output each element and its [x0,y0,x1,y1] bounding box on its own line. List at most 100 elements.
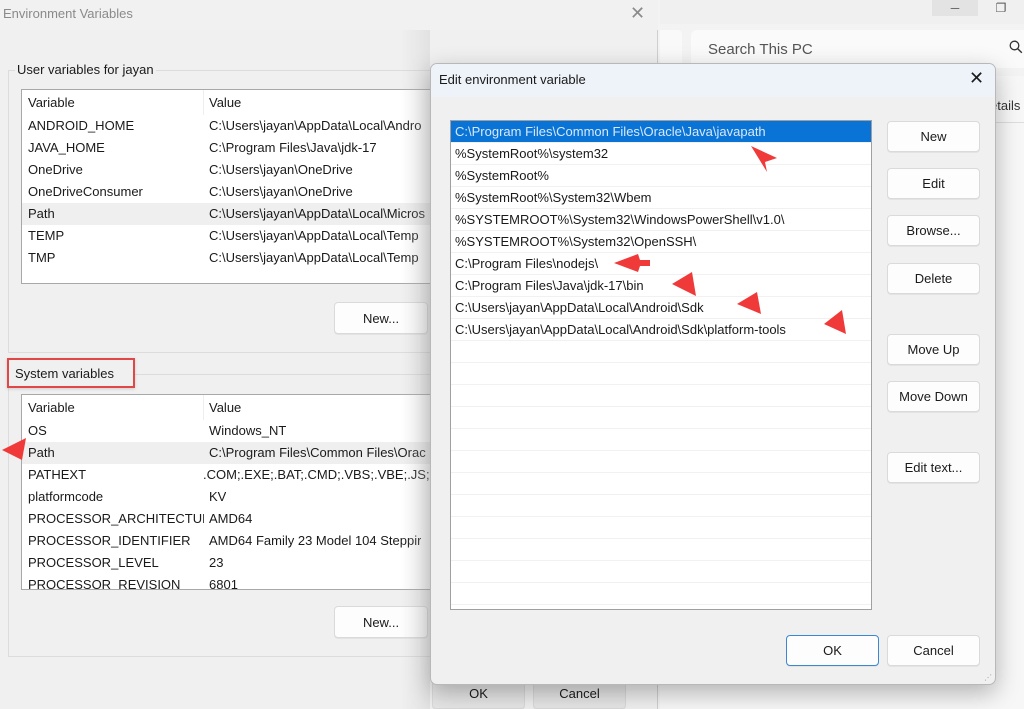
ok-button[interactable]: OK [786,635,879,666]
edit-dialog-title: Edit environment variable [439,72,586,87]
table-row[interactable]: platformcode KV [22,486,440,508]
variable-value-cell: 6801 [209,577,238,590]
column-header-variable[interactable]: Variable [22,395,204,420]
annotation-arrow-icon [824,310,846,334]
variable-name-cell: PROCESSOR_IDENTIFIER [28,533,191,548]
new-button[interactable]: New [887,121,980,152]
minimize-icon: ─ [950,1,960,15]
system-new-button[interactable]: New... [334,606,428,638]
user-variables-list[interactable]: Variable Value ANDROID_HOME C:\Users\jaya… [21,89,441,284]
delete-button[interactable]: Delete [887,263,980,294]
table-row[interactable]: PROCESSOR_ARCHITECTURE AMD64 [22,508,440,530]
search-placeholder: Search This PC [708,41,813,58]
cancel-button[interactable]: Cancel [887,635,980,666]
path-entry[interactable]: %SYSTEMROOT%\System32\OpenSSH\ [451,231,871,253]
empty-path-row[interactable] [451,539,871,561]
explorer-titlebar: ─ ❐ [660,0,1024,24]
variable-value-cell: KV [209,489,227,504]
system-variables-highlight: System variables [7,358,135,388]
path-entry[interactable]: %SystemRoot%\System32\Wbem [451,187,871,209]
env-dialog-title: Environment Variables [3,6,133,21]
close-icon[interactable]: ✕ [630,3,645,24]
table-row[interactable]: PROCESSOR_REVISION 6801 [22,574,440,590]
empty-path-row[interactable] [451,561,871,583]
list-header: Variable Value [22,90,440,115]
empty-path-row[interactable] [451,407,871,429]
column-header-value[interactable]: Value [204,395,241,420]
browse-button[interactable]: Browse... [887,215,980,246]
table-row[interactable]: JAVA_HOME C:\Program Files\Java\jdk-17 [22,137,440,159]
path-entry[interactable]: C:\Users\jayan\AppData\Local\Android\Sdk [451,297,871,319]
close-icon[interactable]: ✕ [969,68,984,89]
edit-environment-variable-dialog: Edit environment variable ✕ C:\Program F… [430,63,996,685]
move-down-button[interactable]: Move Down [887,381,980,412]
resize-grip-icon[interactable]: ⋰ [984,673,992,682]
empty-path-row[interactable] [451,495,871,517]
edit-text-button[interactable]: Edit text... [887,452,980,483]
variable-value-cell: C:\Users\jayan\AppData\Local\Micros [209,206,426,221]
variable-name-cell: ANDROID_HOME [28,118,135,133]
system-variables-label: System variables [15,366,114,381]
variable-value-cell: 23 [209,555,224,570]
path-entry[interactable]: %SYSTEMROOT%\System32\WindowsPowerShell\… [451,209,871,231]
table-row[interactable]: Path C:\Users\jayan\AppData\Local\Micros [22,203,440,225]
edit-dialog-titlebar: Edit environment variable ✕ [431,64,995,97]
path-entry[interactable]: %SystemRoot% [451,165,871,187]
edit-button[interactable]: Edit [887,168,980,199]
empty-path-row[interactable] [451,385,871,407]
table-row[interactable]: OS Windows_NT [22,420,440,442]
variable-name-cell: JAVA_HOME [28,140,105,155]
variable-value-cell: C:\Users\jayan\AppData\Local\Andro [209,118,422,133]
annotation-arrow-icon [614,254,650,272]
table-row[interactable]: PROCESSOR_IDENTIFIER AMD64 Family 23 Mode… [22,530,440,552]
path-entries-list[interactable]: C:\Program Files\Common Files\Oracle\Jav… [450,120,872,610]
list-header: Variable Value [22,395,440,420]
empty-path-row[interactable] [451,583,871,605]
empty-path-row[interactable] [451,341,871,363]
empty-path-row[interactable] [451,429,871,451]
variable-value-cell: C:\Users\jayan\OneDrive [209,162,353,177]
variable-value-cell: C:\Users\jayan\AppData\Local\Temp [209,250,419,265]
table-row[interactable]: TMP C:\Users\jayan\AppData\Local\Temp [22,247,440,269]
restore-button[interactable]: ❐ [978,0,1024,16]
search-icon[interactable] [1009,40,1023,58]
variable-value-cell: C:\Program Files\Java\jdk-17 [209,140,377,155]
table-row[interactable]: PROCESSOR_LEVEL 23 [22,552,440,574]
path-entry[interactable]: C:\Program Files\Java\jdk-17\bin [451,275,871,297]
table-row[interactable]: PATHEXT .COM;.EXE;.BAT;.CMD;.VBS;.VBE;.JS… [22,464,440,486]
variable-name-cell: Path [28,445,55,460]
table-row[interactable]: OneDrive C:\Users\jayan\OneDrive [22,159,440,181]
variable-name-cell: PATHEXT [28,467,87,482]
move-up-button[interactable]: Move Up [887,334,980,365]
path-entry[interactable]: %SystemRoot%\system32 [451,143,871,165]
variable-value-cell: C:\Users\jayan\AppData\Local\Temp [209,228,419,243]
table-row[interactable]: ANDROID_HOME C:\Users\jayan\AppData\Local… [22,115,440,137]
user-new-button[interactable]: New... [334,302,428,334]
annotation-arrow-icon [672,272,696,296]
annotation-arrow-icon [751,146,777,172]
variable-value-cell: AMD64 Family 23 Model 104 Steppir [209,533,422,548]
minimize-button[interactable]: ─ [932,0,978,16]
column-header-variable[interactable]: Variable [22,90,204,115]
variable-name-cell: TEMP [28,228,65,243]
empty-path-row[interactable] [451,605,871,609]
table-row[interactable]: OneDriveConsumer C:\Users\jayan\OneDrive [22,181,440,203]
column-header-value[interactable]: Value [204,90,241,115]
empty-path-row[interactable] [451,517,871,539]
variable-value-cell: C:\Users\jayan\OneDrive [209,184,353,199]
variable-name-cell: OS [28,423,47,438]
table-row[interactable]: TEMP C:\Users\jayan\AppData\Local\Temp [22,225,440,247]
empty-path-row[interactable] [451,363,871,385]
empty-path-row[interactable] [451,473,871,495]
path-entry[interactable]: C:\Users\jayan\AppData\Local\Android\Sdk… [451,319,871,341]
variable-name-cell: TMP [28,250,56,265]
variable-name-cell: Path [28,206,55,221]
env-dialog-titlebar: Environment Variables ✕ [0,0,658,30]
path-entry[interactable]: C:\Program Files\Common Files\Oracle\Jav… [451,121,871,143]
system-variables-list[interactable]: Variable Value OS Windows_NT Path C:\Progra… [21,394,441,590]
table-row[interactable]: Path C:\Program Files\Common Files\Orac [22,442,440,464]
variable-value-cell: C:\Program Files\Common Files\Orac [209,445,426,460]
variable-name-cell: platformcode [28,489,104,504]
empty-path-row[interactable] [451,451,871,473]
path-entry[interactable]: C:\Program Files\nodejs\ [451,253,871,275]
